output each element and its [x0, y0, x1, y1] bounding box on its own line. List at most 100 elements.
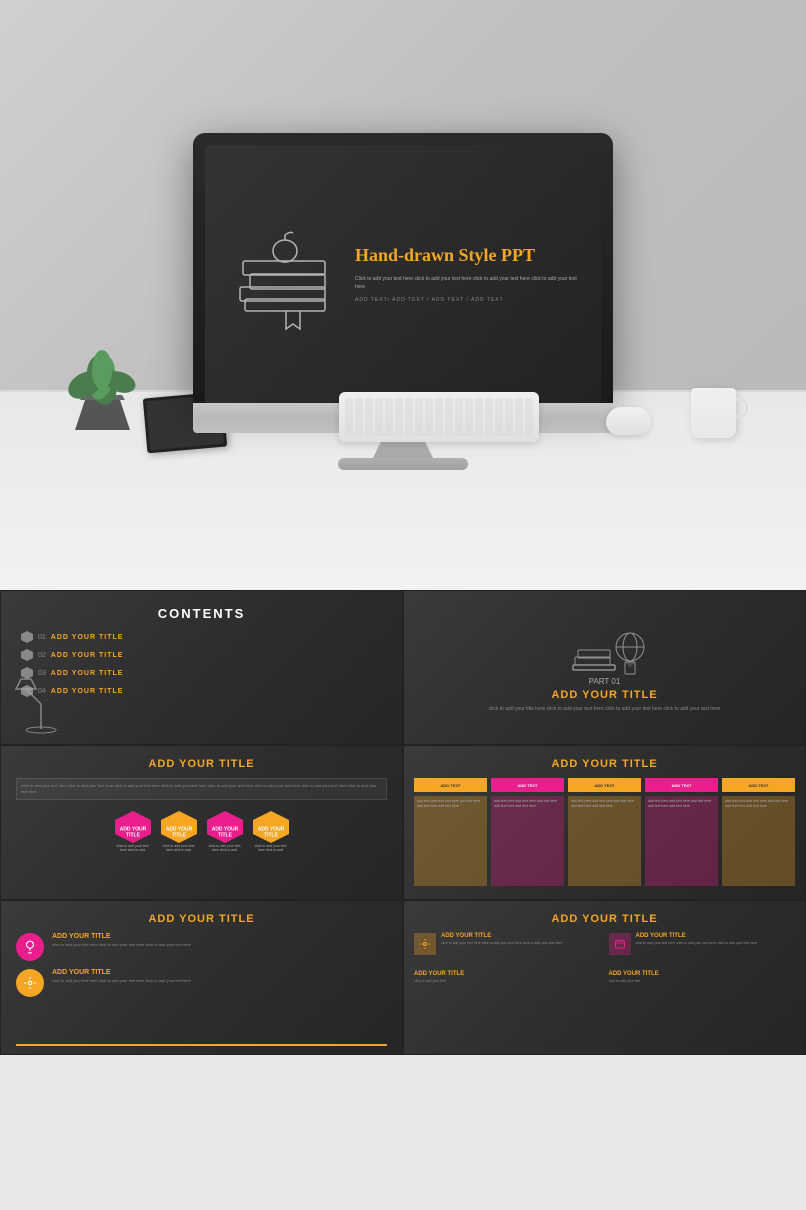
grid-item-text-4: ADD YOUR TITLE click to add your text [609, 971, 659, 984]
svg-text:TITLE: TITLE [172, 832, 187, 838]
contents-num-2: 02 [38, 652, 46, 659]
grid-item-1: ADD YOUR TITLE click to add your text he… [414, 933, 601, 955]
imac-screen-border: Hand-drawn Style PPT Click to add your t… [193, 133, 613, 403]
plant-decoration [60, 340, 145, 435]
slides-grid: CONTENTS 01 ADD YOUR TITLE 02 ADD YOUR T… [0, 590, 806, 1055]
icon-circle-yellow-1 [16, 969, 44, 997]
hex-item-4: ADD YOUR TITLE click to add your text he… [252, 810, 290, 852]
slide-thumb-contents: CONTENTS 01 ADD YOUR TITLE 02 ADD YOUR T… [0, 590, 403, 745]
icon-text-1: ADD YOUR TITLE click to add your text he… [52, 933, 387, 948]
slide-thumb-hexagons: ADD YOUR TITLE click to add your text he… [0, 745, 403, 900]
contents-num-1: 01 [38, 634, 46, 641]
col-content-4: add text here add text here add text her… [645, 796, 718, 886]
icon-desc-2: click to add your text here click to add… [52, 978, 387, 984]
grid-item-text-2: ADD YOUR TITLE click to add your text he… [636, 933, 758, 946]
slide-subtitle: Click to add your text here click to add… [355, 275, 581, 291]
col-content-5: add text here add text here add text her… [722, 796, 795, 886]
col-header-1: ADD TEXT [414, 778, 487, 792]
grid-item-text-1: ADD YOUR TITLE click to add your text he… [441, 933, 563, 946]
icon-item-2: ADD YOUR TITLE click to add your text he… [16, 969, 387, 997]
contents-item-1: 01 ADD YOUR TITLE [21, 631, 382, 643]
svg-text:TITLE: TITLE [218, 832, 233, 838]
hero-section: Hand-drawn Style PPT Click to add your t… [0, 0, 806, 590]
grid-item-text-3: ADD YOUR TITLE click to add your text [414, 971, 464, 984]
part-icon [570, 622, 640, 672]
grid-item-title-4: ADD YOUR TITLE [609, 971, 659, 977]
col-header-2: ADD TEXT [491, 778, 564, 792]
contents-label-1: ADD YOUR TITLE [51, 634, 124, 641]
slide-thumb-columns: ADD YOUR TITLE ADD TEXT ADD TEXT ADD TEX… [403, 745, 806, 900]
mouse-decoration [606, 407, 651, 435]
svg-text:ADD YOUR: ADD YOUR [119, 826, 146, 832]
contents-item-2: 02 ADD YOUR TITLE [21, 649, 382, 661]
slide-thumb-icons-right: ADD YOUR TITLE ADD YOUR TITLE click to a… [403, 900, 806, 1055]
hero-slide: Hand-drawn Style PPT Click to add your t… [205, 145, 601, 403]
col-header-3: ADD TEXT [568, 778, 641, 792]
contents-item-3: 03 ADD YOUR TITLE [21, 667, 382, 679]
icon-title-1: ADD YOUR TITLE [52, 933, 387, 940]
imac-screen: Hand-drawn Style PPT Click to add your t… [205, 145, 601, 403]
col-content-1: add text here add text here add text her… [414, 796, 487, 886]
lamp-sketch [11, 674, 71, 739]
mug-decoration [691, 388, 736, 438]
grid-icon-yellow-1 [414, 933, 436, 955]
hex-sublabel-4: click to add your text here click to add [252, 844, 290, 852]
grid-item-title-3: ADD YOUR TITLE [414, 971, 464, 977]
mug-handle [736, 398, 748, 418]
keyboard-decoration [339, 392, 539, 442]
slide-thumb-icons-left: ADD YOUR TITLE ADD YOUR TITLE click to a… [0, 900, 403, 1055]
col-content-3: add text here add text here add text her… [568, 796, 641, 886]
icon-item-1: ADD YOUR TITLE click to add your text he… [16, 933, 387, 961]
svg-text:TITLE: TITLE [126, 832, 141, 838]
yellow-line-decoration [16, 1044, 387, 1046]
hex-item-3: ADD YOUR TITLE click to add your text he… [206, 810, 244, 852]
slide-main-title: Hand-drawn Style PPT [355, 245, 581, 267]
section-title-icons-left: ADD YOUR TITLE [16, 913, 387, 925]
hex-item-1: ADD YOUR TITLE click to add your text he… [114, 810, 152, 852]
svg-text:ADD YOUR: ADD YOUR [257, 826, 284, 832]
section-title-columns: ADD YOUR TITLE [414, 758, 795, 770]
slide-add-text: ADD TEXT/ ADD TEXT / ADD TEXT / ADD TEXT [355, 297, 581, 303]
icon-text-2: ADD YOUR TITLE click to add your text he… [52, 969, 387, 984]
hexagons-row: ADD YOUR TITLE click to add your text he… [16, 810, 387, 852]
grid-item-2: ADD YOUR TITLE click to add your text he… [609, 933, 796, 955]
slide-text-area: Hand-drawn Style PPT Click to add your t… [345, 245, 581, 303]
hex-sublabel-3: click to add your text here click to add [206, 844, 244, 852]
col-content-2: add text here add text here add text her… [491, 796, 564, 886]
hex-sublabel-2: click to add your text here click to add [160, 844, 198, 852]
col-header-5: ADD TEXT [722, 778, 795, 792]
icon-circle-pink-1 [16, 933, 44, 961]
part-label: PART 01 [589, 677, 621, 686]
col-headers: ADD TEXT ADD TEXT ADD TEXT ADD TEXT ADD … [414, 778, 795, 792]
imac-stand-base [338, 458, 468, 470]
col-header-4: ADD TEXT [645, 778, 718, 792]
part-desc: click to add your title here click to ad… [489, 706, 721, 714]
contents-item-4: 04 ADD YOUR TITLE [21, 685, 382, 697]
grid-icon-pink-1 [609, 933, 631, 955]
contents-title: CONTENTS [21, 606, 382, 621]
grid-item-desc-3: click to add your text [414, 979, 464, 984]
slide-thumb-part01: PART 01 ADD YOUR TITLE click to add your… [403, 590, 806, 745]
grid-item-desc-4: click to add your text [609, 979, 659, 984]
grid-item-3: ADD YOUR TITLE click to add your text [414, 971, 601, 984]
hex-body-text: click to add your text here click to add… [16, 778, 387, 800]
grid-item-4: ADD YOUR TITLE click to add your text [609, 971, 796, 984]
part-title: ADD YOUR TITLE [551, 689, 657, 701]
svg-text:ADD YOUR: ADD YOUR [211, 826, 238, 832]
section-title-hexagons: ADD YOUR TITLE [16, 758, 387, 770]
grid-item-title-1: ADD YOUR TITLE [441, 933, 563, 939]
hex-item-2: ADD YOUR TITLE click to add your text he… [160, 810, 198, 852]
grid-2col: ADD YOUR TITLE click to add your text he… [414, 933, 795, 984]
contents-label-2: ADD YOUR TITLE [51, 652, 124, 659]
icon-desc-1: click to add your text here click to add… [52, 942, 387, 948]
grid-item-title-2: ADD YOUR TITLE [636, 933, 758, 939]
svg-text:TITLE: TITLE [264, 832, 279, 838]
icon-title-2: ADD YOUR TITLE [52, 969, 387, 976]
section-title-icons-right: ADD YOUR TITLE [414, 913, 795, 925]
svg-text:ADD YOUR: ADD YOUR [165, 826, 192, 832]
col-body: add text here add text here add text her… [414, 796, 795, 886]
grid-item-desc-2: click to add your text here click to add… [636, 941, 758, 946]
books-sketch [225, 209, 345, 339]
hex-sublabel-1: click to add your text here click to add [114, 844, 152, 852]
grid-item-desc-1: click to add your text here click to add… [441, 941, 563, 946]
